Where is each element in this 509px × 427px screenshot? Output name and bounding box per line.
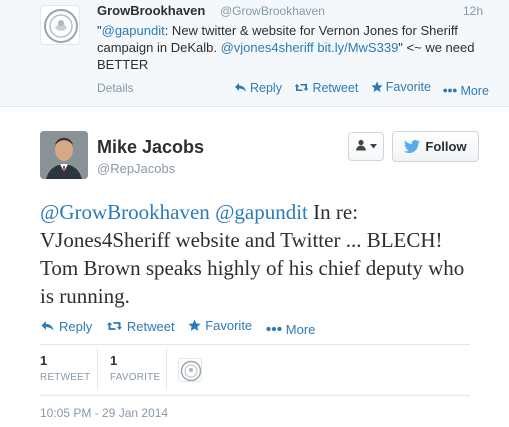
details-link[interactable]: Details: [97, 81, 134, 95]
favorite-label: Favorite: [385, 80, 431, 94]
url-link[interactable]: bit.ly/MwS339: [317, 40, 398, 55]
author-name[interactable]: Mike Jacobs: [97, 137, 204, 158]
chevron-down-icon: [370, 144, 377, 149]
more-button[interactable]: More: [443, 83, 489, 98]
favorite-button[interactable]: Favorite: [188, 318, 252, 333]
favorite-count-stat[interactable]: 1 FAVORITE: [110, 353, 160, 383]
reply-button[interactable]: Reply: [40, 319, 92, 334]
favorite-count: 1: [110, 353, 118, 368]
tweet-action-bar: Reply Retweet Favorite More: [40, 318, 325, 337]
favorite-count-label: FAVORITE: [110, 372, 161, 383]
reply-icon: [40, 320, 55, 332]
parent-author-handle[interactable]: @GrowBrookhaven: [220, 4, 325, 18]
retweet-label: Retweet: [312, 80, 359, 95]
parent-timestamp[interactable]: 12h: [463, 4, 483, 18]
star-icon: [188, 319, 201, 332]
retweet-icon: [106, 320, 123, 332]
star-icon: [371, 81, 383, 93]
mention-link[interactable]: @gapundit: [102, 23, 165, 38]
follow-label: Follow: [425, 139, 467, 154]
retweet-count: 1: [40, 353, 48, 368]
retweet-count-label: RETWEET: [40, 372, 91, 383]
parent-tweet-text: "@gapundit: New twitter & website for Ve…: [97, 22, 492, 73]
favoriter-avatar-seal-icon[interactable]: [178, 358, 202, 382]
retweet-count-stat[interactable]: 1 RETWEET: [40, 353, 90, 383]
more-dots-icon: [443, 88, 458, 93]
reply-button[interactable]: Reply: [234, 81, 282, 95]
retweet-icon: [294, 82, 309, 93]
reply-label: Reply: [250, 80, 282, 95]
retweet-button[interactable]: Retweet: [106, 319, 175, 334]
more-label: More: [285, 321, 316, 337]
follow-button[interactable]: Follow: [392, 131, 479, 162]
user-actions-dropdown[interactable]: [348, 132, 384, 161]
parent-author-name[interactable]: GrowBrookhaven: [97, 3, 205, 18]
stats-divider-top: [40, 344, 470, 345]
more-button[interactable]: More: [266, 321, 316, 337]
stat-separator: [166, 349, 167, 389]
parent-tweet[interactable]: GrowBrookhaven @GrowBrookhaven 12h "@gap…: [0, 0, 509, 107]
author-avatar[interactable]: [40, 131, 88, 179]
mention-link[interactable]: @gapundit: [215, 200, 308, 224]
tweet-timestamp[interactable]: 10:05 PM - 29 Jan 2014: [40, 406, 168, 420]
mention-link[interactable]: @vjones4sheriff: [221, 40, 314, 55]
mention-link[interactable]: @GrowBrookhaven: [40, 200, 210, 224]
favorite-button[interactable]: Favorite: [371, 80, 431, 94]
retweet-label: Retweet: [126, 318, 175, 334]
parent-avatar-seal-icon[interactable]: [40, 5, 80, 45]
more-dots-icon: [266, 326, 282, 332]
twitter-bird-icon: [404, 140, 421, 153]
person-icon: [355, 138, 367, 156]
stats-divider-bottom: [40, 395, 470, 396]
stat-separator: [97, 349, 98, 389]
retweet-button[interactable]: Retweet: [294, 81, 358, 95]
more-label: More: [460, 83, 489, 98]
reply-icon: [234, 82, 247, 93]
reply-label: Reply: [59, 318, 93, 334]
author-handle[interactable]: @RepJacobs: [97, 161, 175, 176]
tweet-text: @GrowBrookhaven @gapundit In re: VJones4…: [40, 198, 470, 310]
favorite-label: Favorite: [205, 318, 253, 333]
parent-action-bar: Reply Retweet Favorite More: [234, 80, 498, 98]
